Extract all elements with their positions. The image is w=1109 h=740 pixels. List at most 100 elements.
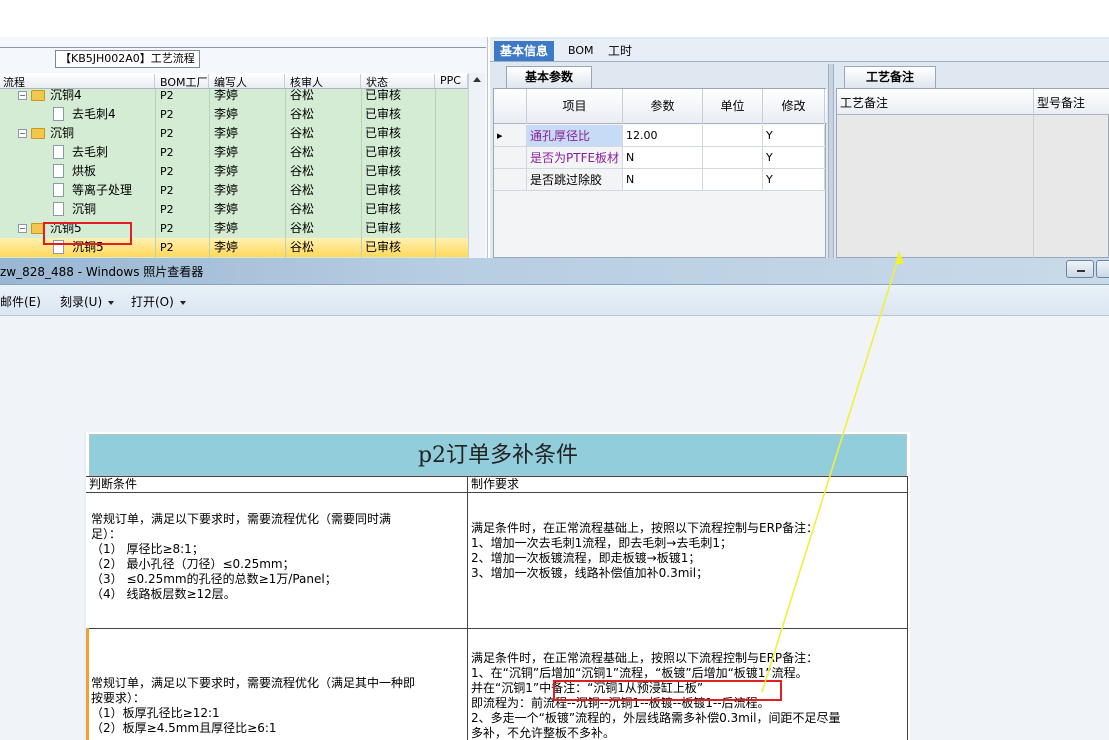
tree-cell-writer: 李婷 bbox=[214, 183, 239, 197]
param-item[interactable]: 是否跳过除胶 bbox=[527, 169, 623, 190]
col-header-value[interactable]: 参数 bbox=[623, 89, 703, 124]
tree-cell-bom: P2 bbox=[160, 108, 174, 121]
photo-viewer-titlebar: zw_828_488 - Windows 照片查看器 bbox=[0, 258, 1109, 285]
menu-email[interactable]: 邮件(E) bbox=[0, 293, 41, 310]
tree-cell-reviewer: 谷松 bbox=[290, 164, 315, 178]
row-pointer-icon bbox=[494, 169, 527, 190]
col-header-item[interactable]: 项目 bbox=[527, 89, 623, 124]
tree-cell-writer: 李婷 bbox=[214, 202, 239, 216]
col-header-process-note[interactable]: 工艺备注 bbox=[840, 94, 888, 111]
doc-highlight-box bbox=[553, 680, 782, 701]
tree-cell-writer: 李婷 bbox=[214, 221, 239, 235]
menu-open[interactable]: 打开(O) bbox=[131, 293, 186, 310]
panel-splitter[interactable] bbox=[828, 64, 834, 258]
doc-text-line: 1、在“沉铜”后增加“沉铜1”流程，“板镀”后增加“板镀1”流程。 bbox=[471, 666, 808, 680]
detail-tabs: 基本信息 BOM 工时 bbox=[490, 39, 1109, 62]
doc-text-line: 常规订单，满足以下要求时，需要流程优化（满足其中一种即 bbox=[91, 676, 416, 690]
param-value[interactable]: 12.00 bbox=[623, 125, 703, 146]
menu-open-label[interactable]: 打开(O) bbox=[131, 295, 174, 309]
chevron-down-icon bbox=[108, 300, 115, 305]
tree-row[interactable]: − 沉铜 P2 李婷 谷松 已审核 bbox=[0, 124, 468, 143]
menu-burn[interactable]: 刻录(U) bbox=[60, 293, 115, 310]
col-header-model-note[interactable]: 型号备注 bbox=[1037, 94, 1085, 111]
doc-text-line: 1、增加一次去毛刺1流程，即去毛刺→去毛刺1； bbox=[471, 536, 732, 550]
tab-process-notes[interactable]: 工艺备注 bbox=[844, 66, 936, 88]
col-header-reviewer[interactable]: 核审人 bbox=[287, 74, 361, 89]
tree-row-name: 沉铜 bbox=[50, 126, 75, 140]
doc-text-line: 2、增加一次板镀流程，即走板镀→板镀1； bbox=[471, 551, 701, 565]
tree-cell-reviewer: 谷松 bbox=[290, 107, 315, 121]
doc-text-line: （3） ≤0.25mm的孔径的总数≥1万/Panel； bbox=[91, 572, 337, 586]
scroll-up-arrow-icon[interactable] bbox=[473, 77, 481, 82]
detail-panel: 基本信息 BOM 工时 基本参数 项目 参数 单位 修改 ▸ 通孔厚径比 12.00… bbox=[490, 37, 1109, 259]
tree-cell-bom: P2 bbox=[160, 241, 174, 254]
row-pointer-icon: ▸ bbox=[494, 125, 527, 146]
tree-grid-line bbox=[435, 89, 436, 269]
tree-highlight-box bbox=[43, 222, 132, 245]
tab-basic-params[interactable]: 基本参数 bbox=[506, 66, 592, 88]
collapse-icon[interactable]: − bbox=[18, 91, 27, 100]
tree-cell-bom: P2 bbox=[160, 89, 174, 102]
col-header-edit[interactable]: 修改 bbox=[763, 89, 825, 124]
param-edit[interactable]: Y bbox=[763, 147, 825, 168]
col-header-bom[interactable]: BOM工厂 bbox=[157, 74, 209, 89]
param-item[interactable]: 是否为PTFE板材 bbox=[527, 147, 623, 168]
row-selector-header bbox=[494, 89, 527, 124]
tree-grid-line bbox=[209, 89, 210, 269]
notes-grid[interactable]: 工艺备注 型号备注 bbox=[836, 88, 1109, 259]
tree-row[interactable]: 等离子处理 P2 李婷 谷松 已审核 bbox=[0, 181, 468, 200]
tree-row[interactable]: 烘板 P2 李婷 谷松 已审核 bbox=[0, 162, 468, 181]
tree-row[interactable]: 沉铜 P2 李婷 谷松 已审核 bbox=[0, 200, 468, 219]
tree-grid-line bbox=[361, 89, 362, 269]
param-value[interactable]: N bbox=[623, 147, 703, 168]
doc-grid-line bbox=[907, 476, 908, 740]
tree-vertical-scrollbar[interactable] bbox=[468, 73, 485, 269]
doc-text-line: 满足条件时，在正常流程基础上，按照以下流程控制与ERP备注： bbox=[471, 651, 819, 665]
tree-row[interactable]: 去毛刺 P2 李婷 谷松 已审核 bbox=[0, 143, 468, 162]
document-title: p2订单多补条件 bbox=[89, 434, 907, 476]
tree-row-name: 沉铜 bbox=[72, 202, 97, 216]
maximize-button[interactable] bbox=[1096, 260, 1109, 278]
param-edit[interactable]: Y bbox=[763, 169, 825, 190]
process-group-title: 【KB5JH002A0】工艺流程 bbox=[55, 50, 200, 68]
col-header-unit[interactable]: 单位 bbox=[703, 89, 763, 124]
param-row[interactable]: 是否为PTFE板材 N Y bbox=[494, 147, 827, 169]
param-unit[interactable] bbox=[703, 169, 763, 190]
param-edit[interactable]: Y bbox=[763, 125, 825, 146]
tab-bom[interactable]: BOM bbox=[562, 41, 600, 61]
col-header-status[interactable]: 状态 bbox=[363, 74, 435, 89]
param-unit[interactable] bbox=[703, 147, 763, 168]
tree-cell-status: 已审核 bbox=[365, 240, 402, 254]
collapse-icon[interactable]: − bbox=[18, 224, 27, 233]
tree-row[interactable]: 去毛刺4 P2 李婷 谷松 已审核 bbox=[0, 105, 468, 124]
doc-row1-conditions: 常规订单，满足以下要求时，需要流程优化（需要同时满 足）： （1） 厚径比≥8:1；… bbox=[91, 512, 391, 602]
tab-basic-info[interactable]: 基本信息 bbox=[494, 41, 555, 61]
document-icon bbox=[53, 145, 64, 159]
col-header-ppc[interactable]: PPC bbox=[437, 74, 468, 88]
tree-cell-reviewer: 谷松 bbox=[290, 240, 315, 254]
tree-cell-bom: P2 bbox=[160, 165, 174, 178]
displayed-document-image: p2订单多补条件 判断条件 制作要求 常规订单，满足以下要求时，需要流程优化（需… bbox=[84, 432, 910, 740]
col-header-process[interactable]: 流程 bbox=[0, 74, 155, 89]
menu-burn-label[interactable]: 刻录(U) bbox=[60, 295, 102, 309]
param-value[interactable]: N bbox=[623, 169, 703, 190]
tab-work-hours[interactable]: 工时 bbox=[602, 41, 638, 61]
tree-cell-writer: 李婷 bbox=[214, 145, 239, 159]
tree-grid-line bbox=[285, 89, 286, 269]
tree-cell-reviewer: 谷松 bbox=[290, 202, 315, 216]
tree-cell-reviewer: 谷松 bbox=[290, 145, 315, 159]
param-row[interactable]: ▸ 通孔厚径比 12.00 Y bbox=[494, 125, 827, 147]
doc-col1-header: 判断条件 bbox=[89, 477, 138, 491]
tree-cell-writer: 李婷 bbox=[214, 126, 239, 140]
col-header-writer[interactable]: 编写人 bbox=[211, 74, 285, 89]
collapse-icon[interactable]: − bbox=[18, 129, 27, 138]
param-item[interactable]: 通孔厚径比 bbox=[527, 125, 623, 146]
doc-grid-line bbox=[86, 628, 908, 629]
tree-cell-writer: 李婷 bbox=[214, 164, 239, 178]
tree-row[interactable]: − 沉铜4 P2 李婷 谷松 已审核 bbox=[0, 89, 468, 105]
document-icon bbox=[53, 183, 64, 197]
minimize-button[interactable] bbox=[1066, 260, 1094, 278]
doc-text-line: （1）板厚孔径比≥12:1 bbox=[91, 706, 220, 720]
param-unit[interactable] bbox=[703, 125, 763, 146]
param-row[interactable]: 是否跳过除胶 N Y bbox=[494, 169, 827, 191]
